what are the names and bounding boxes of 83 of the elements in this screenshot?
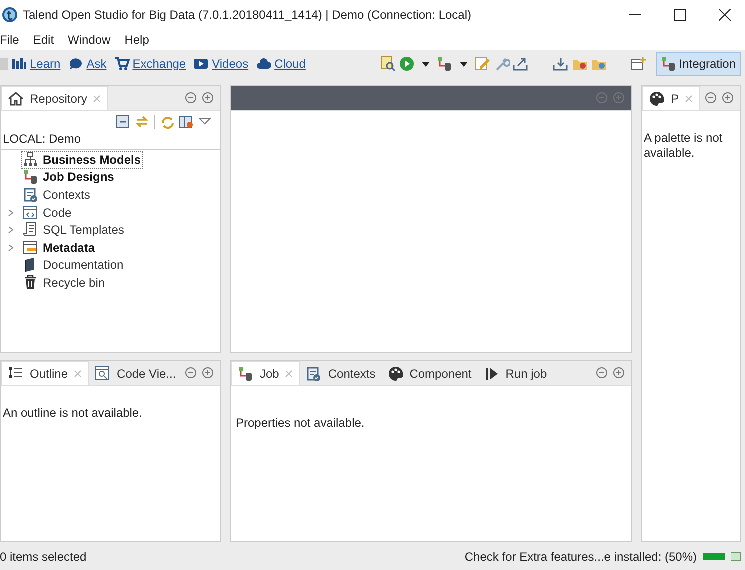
clipboard-icon — [306, 366, 322, 382]
table-window-icon — [23, 240, 39, 256]
maximize-icon[interactable] — [613, 367, 625, 379]
link[interactable]: Learn — [30, 57, 61, 71]
palette-icon — [388, 366, 404, 382]
clipboard-icon — [23, 186, 39, 203]
tree-item[interactable]: Business Models — [21, 150, 144, 169]
maximize-icon[interactable] — [722, 92, 734, 104]
expand-chevron-icon[interactable] — [7, 225, 15, 236]
books-icon[interactable] — [11, 56, 27, 72]
refresh-icon[interactable] — [160, 115, 174, 129]
tree-item[interactable]: Job Designs — [21, 168, 116, 186]
trash-icon — [23, 274, 39, 291]
project-label: LOCAL: Demo — [1, 130, 220, 150]
link[interactable]: Videos — [212, 57, 249, 71]
wrench-icon[interactable] — [494, 56, 510, 72]
menu-item[interactable]: Help — [124, 33, 150, 47]
minimize-icon[interactable] — [185, 92, 197, 104]
view-tab[interactable]: Contexts — [300, 362, 382, 385]
play-icon[interactable] — [193, 56, 210, 72]
tree-item[interactable]: SQL Templates — [21, 221, 126, 240]
maximize-icon[interactable] — [202, 92, 214, 104]
close-icon[interactable] — [93, 94, 102, 102]
search-file-icon[interactable] — [380, 56, 396, 72]
play-step-icon — [484, 366, 500, 382]
tree-item[interactable]: Code — [21, 204, 74, 222]
tree-item[interactable]: Recycle bin — [21, 274, 108, 292]
code-window-icon — [23, 204, 39, 221]
view-tab[interactable]: Outline — [1, 361, 90, 385]
maximize-window-icon[interactable] — [674, 9, 686, 21]
cart-icon[interactable] — [114, 56, 130, 72]
filter-icon[interactable] — [179, 115, 193, 129]
collapse-icon[interactable] — [116, 115, 130, 129]
menu-item[interactable]: Edit — [33, 33, 54, 47]
view-tab[interactable]: Component — [382, 362, 478, 385]
view-tab[interactable]: Job — [231, 361, 300, 385]
cloud-icon[interactable] — [256, 56, 272, 72]
close-window-icon[interactable] — [719, 9, 731, 21]
link[interactable]: Cloud — [274, 57, 306, 71]
view-tab[interactable]: P — [642, 86, 700, 110]
link[interactable]: Exchange — [132, 57, 186, 71]
tree-item[interactable]: Contexts — [21, 186, 92, 204]
menu-item[interactable]: File — [0, 33, 20, 47]
job-icon — [661, 56, 678, 72]
palette-icon — [649, 90, 665, 106]
magnifier-window-icon — [95, 366, 112, 382]
maximize-icon[interactable] — [202, 367, 214, 379]
minimize-icon[interactable] — [596, 367, 608, 379]
job-icon[interactable] — [437, 56, 454, 72]
open-perspective-icon[interactable] — [631, 56, 648, 72]
tree-item[interactable]: Documentation — [21, 256, 126, 274]
view-tab[interactable]: Code Vie... — [89, 362, 182, 385]
view-tab[interactable]: Run job — [478, 362, 554, 385]
close-icon[interactable] — [285, 370, 294, 378]
palette-message: A palette is not available. — [643, 130, 724, 161]
export-icon[interactable] — [513, 56, 530, 72]
link[interactable]: Ask — [86, 57, 107, 71]
menu-item[interactable]: Window — [68, 33, 111, 47]
job-icon — [238, 366, 254, 382]
app-logo-icon — [2, 7, 18, 23]
job-icon — [23, 169, 39, 186]
progress-bar — [703, 553, 725, 560]
link-icon[interactable] — [135, 115, 149, 129]
progress-view-icon[interactable] — [731, 550, 741, 562]
import-icon[interactable] — [553, 56, 570, 72]
status-text: 0 items selected — [0, 550, 87, 564]
speech-bubble-icon[interactable] — [68, 56, 84, 72]
view-tab[interactable]: Repository — [1, 86, 108, 110]
home-icon — [8, 90, 24, 106]
properties-message: Properties not available. — [235, 415, 366, 431]
hierarchy-icon — [23, 152, 39, 168]
window-title: Talend Open Studio for Big Data (7.0.1.20180411_1414) | Demo (Connection: Local) — [23, 8, 472, 22]
tree-item[interactable]: Metadata — [21, 238, 98, 257]
progress-text: Check for Extra features...e installed: (50%) — [464, 550, 697, 564]
scroll-icon — [23, 222, 39, 238]
outline-message: An outline is not available. — [2, 405, 144, 421]
expand-chevron-icon[interactable] — [7, 242, 15, 253]
perspective-button[interactable]: Integration — [656, 52, 741, 76]
minimize-icon[interactable] — [185, 367, 197, 379]
close-icon[interactable] — [74, 370, 82, 378]
close-icon[interactable] — [685, 94, 694, 102]
expand-chevron-icon[interactable] — [7, 208, 15, 218]
minimize-icon[interactable] — [705, 92, 717, 104]
